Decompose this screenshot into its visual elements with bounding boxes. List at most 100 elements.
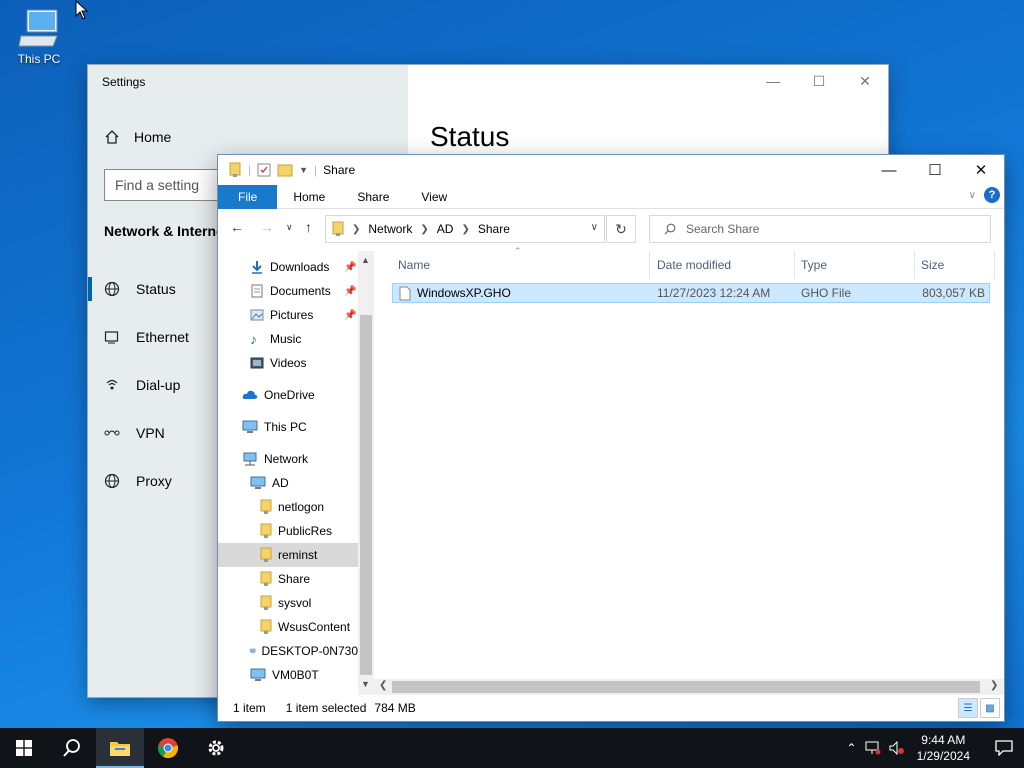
search-input[interactable]: Search Share	[649, 215, 991, 243]
tree-item-reminst[interactable]: reminst	[218, 543, 358, 567]
file-row[interactable]: WindowsXP.GHO 11/27/2023 12:24 AM GHO Fi…	[392, 283, 990, 303]
expand-ribbon-icon[interactable]: ∨	[969, 190, 976, 201]
download-icon	[252, 261, 262, 274]
tree-item-videos[interactable]: Videos	[218, 351, 358, 375]
folder-icon	[110, 742, 130, 756]
file-explorer-taskbar-button[interactable]	[96, 728, 144, 768]
nav-item-label: Status	[136, 281, 176, 297]
column-type[interactable]: Type	[795, 251, 915, 279]
refresh-button[interactable]: ↻	[606, 215, 636, 243]
pin-icon[interactable]: 📌	[344, 262, 356, 273]
tree-item-wsuscontent[interactable]: WsusContent	[218, 615, 358, 639]
scrollbar-thumb[interactable]	[360, 315, 372, 675]
clock[interactable]: 9:44 AM 1/29/2024	[917, 732, 970, 764]
tab-file[interactable]: File	[218, 184, 278, 209]
tree-item-desktop-0n730[interactable]: DESKTOP-0N730	[218, 639, 358, 663]
large-icons-view-icon[interactable]: ▩	[980, 698, 1000, 718]
search-placeholder: Search Share	[686, 222, 760, 236]
tab-share[interactable]: Share	[341, 185, 405, 209]
tree-item-this-pc[interactable]: This PC	[218, 415, 358, 439]
breadcrumb: ❯ Network ❯ AD ❯ Share	[352, 222, 510, 236]
breadcrumb-ad[interactable]: AD	[437, 222, 454, 236]
shared-folder-icon	[260, 571, 272, 586]
help-icon[interactable]: ?	[984, 187, 1000, 203]
network-status-icon[interactable]	[865, 741, 881, 755]
shared-folder-icon	[260, 499, 272, 514]
tree-item-sysvol[interactable]: sysvol	[218, 591, 358, 615]
tree-item-pictures[interactable]: Pictures 📌	[218, 303, 358, 327]
tree-item-downloads[interactable]: Downloads 📌	[218, 255, 358, 279]
tree-item-label: AD	[272, 476, 289, 490]
settings-home-button[interactable]: Home	[104, 129, 171, 145]
home-icon	[105, 130, 119, 144]
tree-item-publicres[interactable]: PublicRes	[218, 519, 358, 543]
up-icon[interactable]: ↑	[305, 219, 312, 235]
nav-pane-scrollbar[interactable]: ▲ ▼	[358, 251, 374, 695]
tree-item-music[interactable]: ♪ Music	[218, 327, 358, 351]
search-button[interactable]	[48, 728, 96, 768]
scroll-right-icon[interactable]: ❯	[990, 680, 998, 691]
scroll-left-icon[interactable]: ❮	[379, 680, 387, 691]
tree-item-label: VM0B0T	[272, 668, 319, 682]
tree-item-label: DESKTOP-0N730	[261, 644, 359, 658]
recent-locations-icon[interactable]: ∨	[286, 222, 293, 233]
tree-item-label: Music	[270, 332, 302, 346]
clock-time: 9:44 AM	[921, 733, 966, 747]
search-icon	[63, 739, 80, 757]
selected-size: 784 MB	[374, 701, 416, 715]
close-icon[interactable]: ✕	[842, 65, 888, 97]
tab-home[interactable]: Home	[277, 185, 341, 209]
forward-icon[interactable]: →	[260, 219, 274, 235]
settings-taskbar-button[interactable]	[192, 728, 240, 768]
content-horizontal-scrollbar[interactable]: ❮ ❯	[374, 679, 1004, 695]
tree-item-share[interactable]: Share	[218, 567, 358, 591]
details-view-icon[interactable]: ☰	[958, 698, 978, 718]
folder-share-icon[interactable]	[228, 162, 242, 178]
tree-item-ad[interactable]: AD	[218, 471, 358, 495]
tree-item-onedrive[interactable]: OneDrive	[218, 383, 358, 407]
explorer-titlebar: | ▼ | Share — ☐ ✕	[218, 155, 1004, 185]
globe-icon	[104, 473, 120, 489]
pin-icon[interactable]: 📌	[344, 310, 356, 321]
tree-item-label: sysvol	[278, 596, 312, 610]
start-button[interactable]	[0, 728, 48, 768]
minimize-icon[interactable]: —	[866, 155, 912, 185]
column-size[interactable]: Size	[915, 251, 995, 279]
chevron-up-icon[interactable]: ⌃	[847, 741, 857, 755]
properties-icon[interactable]	[257, 162, 271, 178]
documents-icon	[251, 284, 263, 298]
computer-icon	[250, 668, 266, 681]
pictures-icon	[250, 309, 264, 321]
address-dropdown-icon[interactable]: ∨	[591, 222, 598, 233]
address-input[interactable]: ❯ Network ❯ AD ❯ Share ∨	[325, 215, 605, 243]
maximize-icon[interactable]: ☐	[796, 65, 842, 97]
back-icon[interactable]: ←	[230, 219, 244, 235]
scroll-up-icon[interactable]: ▲	[361, 255, 370, 265]
close-icon[interactable]: ✕	[958, 155, 1004, 185]
breadcrumb-network[interactable]: Network	[368, 222, 412, 236]
new-folder-icon[interactable]	[277, 162, 293, 178]
system-tray: ⌃ 9:44 AM 1/29/2024	[847, 728, 1024, 768]
maximize-icon[interactable]: ☐	[912, 155, 958, 185]
minimize-icon[interactable]: —	[750, 65, 796, 97]
tree-item-network[interactable]: Network	[218, 447, 358, 471]
tab-view[interactable]: View	[405, 185, 463, 209]
tree-item-vm0b0t[interactable]: VM0B0T	[218, 663, 358, 687]
pin-icon[interactable]: 📌	[344, 286, 356, 297]
tree-item-netlogon[interactable]: netlogon	[218, 495, 358, 519]
scroll-down-icon[interactable]: ▼	[361, 679, 370, 689]
refresh-icon: ↻	[615, 220, 627, 237]
volume-muted-icon[interactable]	[889, 741, 905, 755]
qa-dropdown-icon[interactable]: ▼	[299, 165, 308, 175]
breadcrumb-share[interactable]: Share	[478, 222, 510, 236]
selected-count: 1 item selected	[285, 701, 367, 715]
nav-item-label: Dial-up	[136, 377, 181, 393]
action-center-button[interactable]	[984, 728, 1024, 768]
tree-item-documents[interactable]: Documents 📌	[218, 279, 358, 303]
this-pc-desktop-icon[interactable]: This PC	[12, 8, 66, 66]
scrollbar-thumb[interactable]	[392, 681, 980, 693]
column-date-modified[interactable]: Date modified	[651, 251, 795, 279]
tree-item-label: reminst	[278, 548, 318, 562]
chrome-taskbar-button[interactable]	[144, 728, 192, 768]
mouse-cursor-icon	[75, 0, 89, 20]
